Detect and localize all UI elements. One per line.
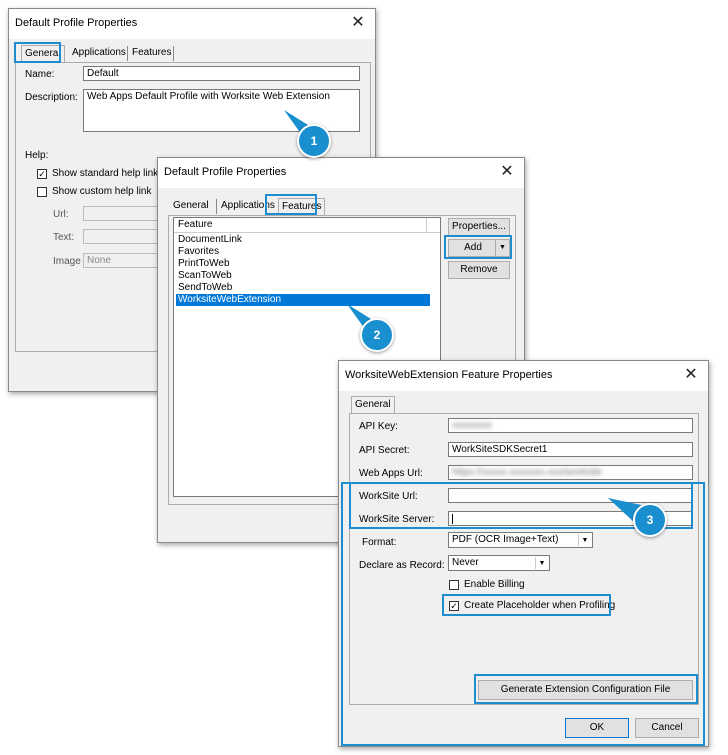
tab-general[interactable]: General <box>170 198 212 215</box>
properties-button[interactable]: Properties... <box>448 218 510 236</box>
help-label: Help: <box>25 150 49 161</box>
tab-divider <box>216 199 217 214</box>
dialog-title: Default Profile Properties <box>164 166 287 178</box>
dialog-title: Default Profile Properties <box>15 17 138 29</box>
list-header: Feature <box>174 218 440 233</box>
name-label: Name: <box>25 69 55 80</box>
url-label: Url: <box>53 209 69 220</box>
dialog-title: WorksiteWebExtension Feature Properties <box>345 369 553 381</box>
column-divider <box>426 218 427 232</box>
callout-2: 2 <box>360 318 394 352</box>
callout-3: 3 <box>633 503 667 537</box>
add-button-highlight <box>444 235 512 259</box>
remove-button[interactable]: Remove <box>448 261 510 279</box>
title-bar: Default Profile Properties ✕ <box>9 9 375 39</box>
list-item[interactable]: Favorites <box>176 246 438 258</box>
list-item[interactable]: SendToWeb <box>176 282 438 294</box>
list-item[interactable]: PrintToWeb <box>176 258 438 270</box>
api-secret-label: API Secret: <box>359 445 410 456</box>
close-icon[interactable]: ✕ <box>680 365 702 385</box>
web-apps-url-label: Web Apps Url: <box>359 468 423 479</box>
list-item[interactable]: DocumentLink <box>176 234 438 246</box>
tab-divider <box>173 46 174 61</box>
tab-divider <box>127 46 128 61</box>
api-secret-field[interactable]: WorkSiteSDKSecret1 <box>448 442 693 457</box>
close-icon[interactable]: ✕ <box>496 162 518 182</box>
api-key-value-redacted: xxxxxxxx <box>452 420 492 431</box>
tab-applications[interactable]: Applications <box>69 45 129 62</box>
list-item[interactable]: ScanToWeb <box>176 270 438 282</box>
api-key-field[interactable]: xxxxxxxx <box>448 418 693 433</box>
tab-general[interactable]: General <box>351 396 395 413</box>
image-label: Image <box>53 256 81 267</box>
tab-strip: General <box>349 396 449 414</box>
show-standard-help-checkbox[interactable]: ✓ <box>37 169 47 179</box>
name-field[interactable]: Default <box>83 66 360 81</box>
show-custom-help-checkbox[interactable] <box>37 187 47 197</box>
description-label: Description: <box>25 92 78 103</box>
text-field <box>83 229 163 244</box>
web-apps-url-value-redacted: https://xxxxx.xxxxxxx.xxx/worksite <box>452 467 603 478</box>
title-bar: Default Profile Properties ✕ <box>158 158 524 188</box>
show-standard-help-label: Show standard help link <box>52 168 159 179</box>
list-item-selected[interactable]: WorksiteWebExtension <box>176 294 430 306</box>
title-bar: WorksiteWebExtension Feature Properties … <box>339 361 708 391</box>
url-field <box>83 206 163 221</box>
features-tab-highlight <box>265 194 317 215</box>
feature-column-header: Feature <box>178 219 213 230</box>
general-tab-highlight <box>14 42 61 63</box>
callout-1: 1 <box>297 124 331 158</box>
web-apps-url-field[interactable]: https://xxxxx.xxxxxxx.xxx/worksite <box>448 465 693 480</box>
close-icon[interactable]: ✕ <box>347 13 369 33</box>
api-key-label: API Key: <box>359 421 398 432</box>
image-field: None <box>83 253 163 268</box>
text-label: Text: <box>53 232 75 243</box>
show-custom-help-label: Show custom help link <box>52 186 152 197</box>
tab-features[interactable]: Features <box>129 45 174 62</box>
